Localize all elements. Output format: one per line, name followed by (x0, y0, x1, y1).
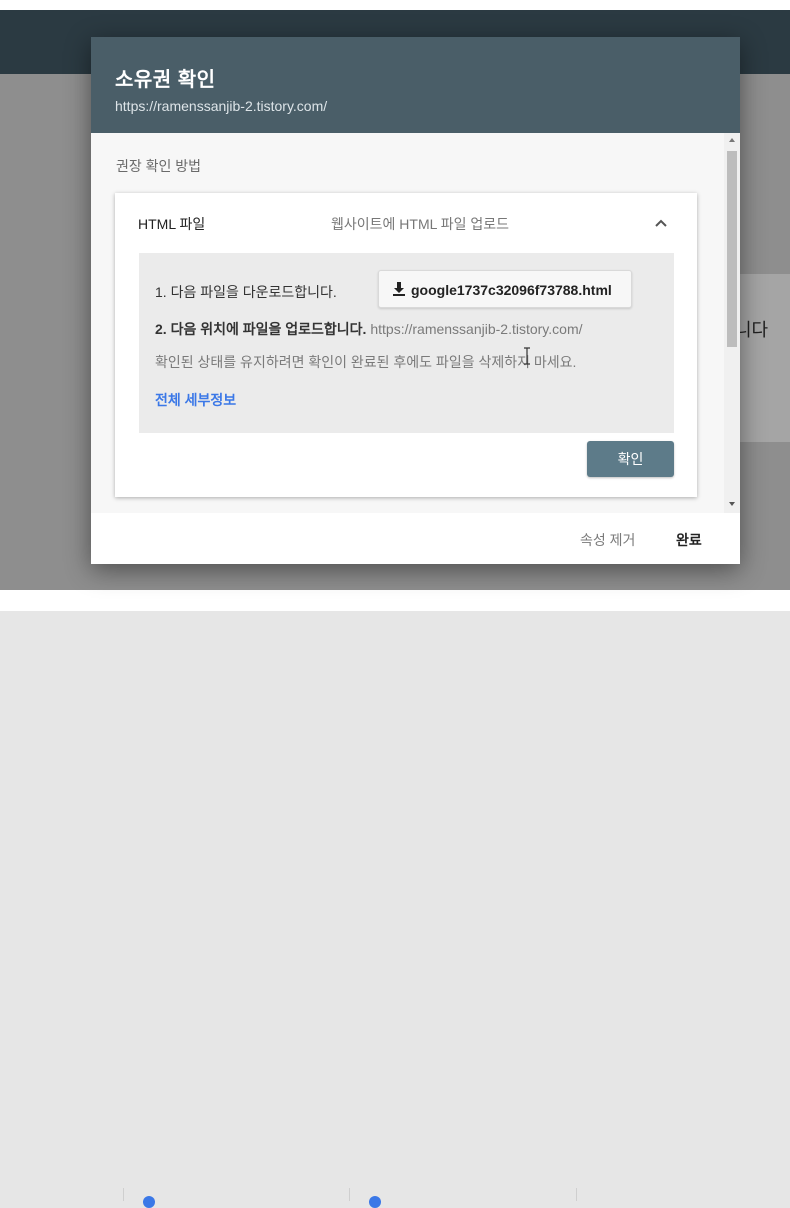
background-divider (576, 1188, 577, 1201)
download-file-button[interactable]: google1737c32096f73788.html (378, 270, 632, 308)
method-description: 웹사이트에 HTML 파일 업로드 (331, 216, 510, 232)
step-2-url: https://ramenssanjib-2.tistory.com/ (370, 321, 583, 337)
method-instructions: 1. 다음 파일을 다운로드합니다. google1737c32096f7378… (139, 253, 674, 433)
html-file-method-card: HTML 파일 웹사이트에 HTML 파일 업로드 1. 다음 파일을 다운로드… (115, 193, 697, 497)
dialog-body[interactable]: 권장 확인 방법 HTML 파일 웹사이트에 HTML 파일 업로드 1. 다음… (91, 133, 740, 513)
dialog-footer: 속성 제거 완료 (91, 513, 740, 564)
step-2-text: 2. 다음 위치에 파일을 업로드합니다. https://ramenssanj… (155, 319, 583, 339)
step-1-text: 1. 다음 파일을 다운로드합니다. (155, 284, 337, 300)
chevron-up-icon[interactable] (651, 213, 671, 233)
background-divider (123, 1188, 124, 1201)
full-details-link[interactable]: 전체 세부정보 (155, 390, 236, 410)
done-button[interactable]: 완료 (676, 530, 702, 550)
step-2-label: 2. 다음 위치에 파일을 업로드합니다. (155, 321, 367, 337)
scrollbar-thumb[interactable] (727, 151, 737, 347)
method-card-header[interactable]: HTML 파일 웹사이트에 HTML 파일 업로드 (115, 193, 697, 251)
verify-button[interactable]: 확인 (587, 441, 674, 477)
download-icon (393, 282, 405, 296)
dialog-header: 소유권 확인 https://ramenssanjib-2.tistory.co… (91, 37, 740, 133)
dialog-scrollbar[interactable] (724, 133, 740, 513)
remove-property-button[interactable]: 속성 제거 (580, 530, 635, 550)
dialog-property-url: https://ramenssanjib-2.tistory.com/ (115, 98, 328, 114)
keep-file-note: 확인된 상태를 유지하려면 확인이 완료된 후에도 파일을 삭제하지 마세요. (155, 354, 577, 370)
scroll-down-arrow-icon[interactable] (728, 500, 736, 508)
background-divider (349, 1188, 350, 1201)
background-info-icon (369, 1196, 381, 1208)
background-topbar (0, 0, 790, 10)
text-cursor-icon (524, 347, 530, 365)
download-file-label: google1737c32096f73788.html (411, 282, 612, 298)
scroll-up-arrow-icon[interactable] (728, 136, 736, 144)
background-bottom-bar (0, 590, 790, 1208)
ownership-verification-dialog: 소유권 확인 https://ramenssanjib-2.tistory.co… (91, 37, 740, 564)
method-name: HTML 파일 (138, 216, 206, 232)
background-info-icon (143, 1196, 155, 1208)
dialog-title: 소유권 확인 (115, 69, 216, 91)
recommended-method-label: 권장 확인 방법 (116, 158, 202, 174)
